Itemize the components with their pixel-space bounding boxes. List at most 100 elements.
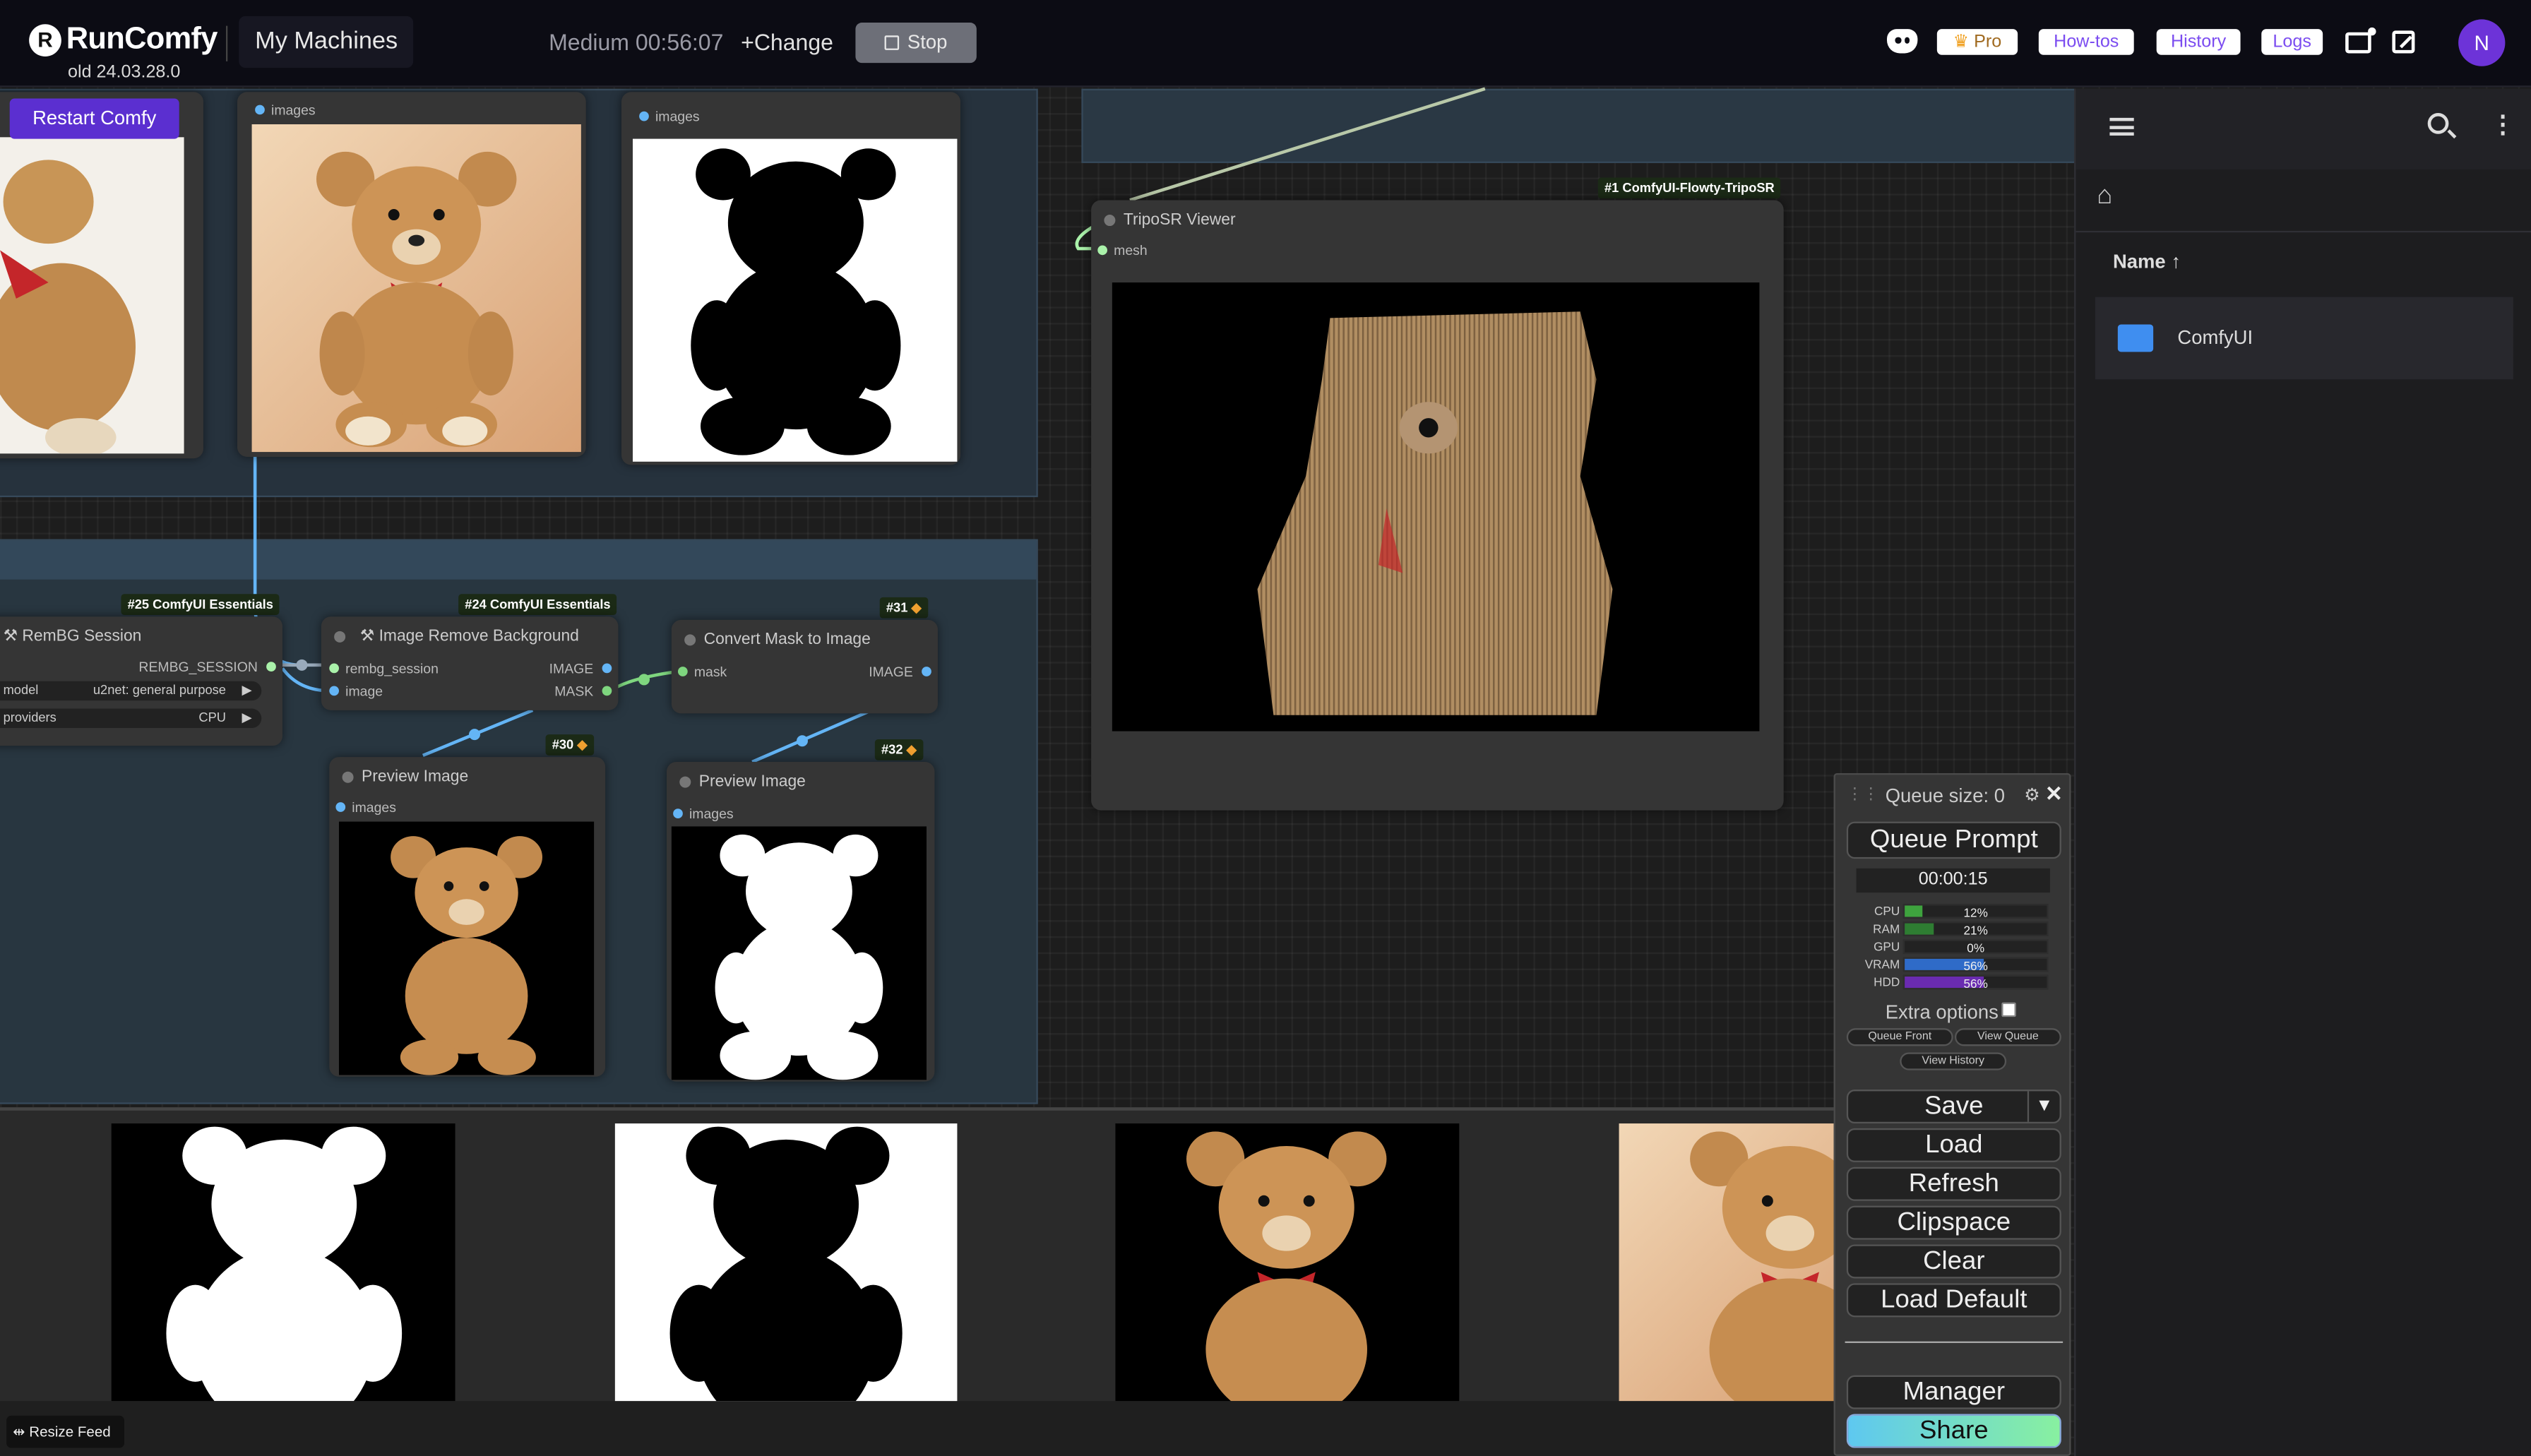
port-images[interactable]: images: [689, 806, 734, 822]
avatar[interactable]: N: [2458, 19, 2506, 66]
external-link-icon[interactable]: [2392, 30, 2415, 54]
port-mask-out[interactable]: MASK: [554, 683, 593, 699]
node-title: Preview Image: [698, 772, 806, 792]
arrow-right-icon[interactable]: ▶: [242, 681, 251, 700]
logs-button[interactable]: Logs: [2261, 29, 2323, 55]
restart-comfy-button[interactable]: Restart Comfy: [9, 98, 179, 139]
node-collapse-dot[interactable]: [679, 776, 691, 788]
3d-mesh-viewport[interactable]: [1112, 282, 1760, 732]
howtos-button[interactable]: How-tos: [2038, 29, 2134, 55]
node-preview-image-source[interactable]: images: [237, 92, 586, 457]
resize-icon: ⇹: [13, 1424, 30, 1440]
node-collapse-dot[interactable]: [334, 631, 346, 643]
load-button[interactable]: Load: [1846, 1128, 2061, 1162]
stat-bar: 12%: [1902, 904, 2049, 920]
divider: [1845, 1341, 2063, 1343]
view-history-button[interactable]: View History: [1900, 1052, 2007, 1070]
gear-icon[interactable]: ⚙: [2024, 784, 2040, 805]
port-image-out[interactable]: IMAGE: [869, 664, 913, 680]
my-machines-button[interactable]: My Machines: [239, 16, 414, 68]
folder-icon[interactable]: [2345, 27, 2376, 54]
mask-image-white: [671, 826, 927, 1080]
widget-providers[interactable]: providers CPU ▶: [0, 708, 262, 728]
node-preview-image-32[interactable]: Preview Image images: [666, 761, 935, 1082]
manager-button[interactable]: Manager: [1846, 1375, 2061, 1409]
more-vertical-icon[interactable]: ⋮: [2491, 109, 2515, 139]
queue-panel[interactable]: ⋮⋮ Queue size: 0 ⚙ ✕ Queue Prompt 00:00:…: [1833, 772, 2071, 1456]
search-icon[interactable]: [2427, 113, 2457, 139]
file-browser-panel[interactable]: ⋮ ⌂ Name ↑ ComfyUI: [2074, 88, 2531, 1456]
save-button[interactable]: Save ▼: [1846, 1090, 2061, 1124]
port-rembg-session[interactable]: REMBG_SESSION: [138, 659, 257, 675]
drag-handle-icon[interactable]: ⋮⋮: [1847, 786, 1879, 804]
share-button[interactable]: Share: [1846, 1414, 2061, 1448]
extra-options-checkbox[interactable]: [2001, 1002, 2016, 1018]
node-badge: #31 ◆: [879, 597, 928, 619]
pro-button[interactable]: ♛ Pro: [1936, 29, 2018, 55]
home-icon[interactable]: ⌂: [2097, 182, 2112, 211]
file-name: ComfyUI: [2177, 326, 2253, 349]
clipspace-button[interactable]: Clipspace: [1846, 1205, 2061, 1240]
queue-front-button[interactable]: Queue Front: [1846, 1028, 1953, 1046]
node-convert-mask-to-image[interactable]: Convert Mask to Image mask IMAGE: [671, 619, 938, 714]
port-images[interactable]: images: [655, 108, 700, 124]
node-collapse-dot[interactable]: [684, 634, 696, 646]
stat-bar: 0%: [1902, 939, 2049, 956]
image-feed[interactable]: ⇹ Resize Feed: [0, 1107, 1834, 1456]
port-image-out[interactable]: IMAGE: [549, 660, 594, 676]
discord-icon[interactable]: [1886, 29, 1918, 54]
resize-feed-button[interactable]: ⇹ Resize Feed: [6, 1415, 124, 1448]
feed-image-mask-black[interactable]: [614, 1123, 958, 1402]
feed-image-mask-white[interactable]: [111, 1123, 455, 1402]
node-preview-image-30[interactable]: Preview Image images: [329, 757, 606, 1077]
menu-icon[interactable]: [2109, 117, 2134, 136]
port-images[interactable]: images: [352, 799, 396, 816]
feed-image-bear-black[interactable]: [1115, 1123, 1460, 1402]
queue-prompt-button[interactable]: Queue Prompt: [1846, 821, 2061, 859]
port-image[interactable]: image: [345, 683, 383, 699]
load-default-button[interactable]: Load Default: [1846, 1283, 2061, 1318]
node-rembg-session[interactable]: ⚒ RemBG Session REMBG_SESSION model u2net…: [0, 616, 282, 746]
node-preview-mask-top[interactable]: images: [621, 92, 960, 465]
node-badge: #30 ◆: [545, 734, 594, 756]
node-preview-left-cut[interactable]: [0, 92, 203, 459]
history-button[interactable]: History: [2156, 29, 2241, 55]
widget-model[interactable]: model u2net: general purpose ▶: [0, 681, 262, 701]
preview-image-bear-black-bg: [338, 821, 595, 1075]
stat-label: GPU: [1874, 939, 1900, 955]
stat-label: RAM: [1873, 921, 1900, 936]
port-images[interactable]: images: [271, 102, 316, 118]
node-badge: #24 ComfyUI Essentials: [458, 594, 617, 615]
view-queue-button[interactable]: View Queue: [1954, 1028, 2061, 1046]
close-icon[interactable]: ✕: [2045, 781, 2063, 807]
refresh-button[interactable]: Refresh: [1846, 1166, 2061, 1201]
change-machine-button[interactable]: +Change: [741, 29, 833, 55]
node-title: ⚒ RemBG Session: [3, 628, 142, 646]
column-header-name[interactable]: Name ↑: [2113, 250, 2181, 273]
node-collapse-dot[interactable]: [342, 771, 354, 783]
stat-label: VRAM: [1864, 957, 1900, 972]
file-row[interactable]: ComfyUI: [2095, 297, 2513, 380]
feed-image-bear-beige[interactable]: [1619, 1123, 1834, 1402]
brand-name[interactable]: RunComfy: [66, 23, 218, 58]
node-badge: #1 ComfyUI-Flowty-TripoSR: [1597, 177, 1781, 199]
preview-image-bear: [251, 124, 581, 453]
sort-up-icon[interactable]: ↑: [2171, 250, 2181, 273]
stat-row-vram: VRAM 56%: [1861, 957, 2054, 974]
port-mesh[interactable]: mesh: [1114, 242, 1148, 258]
node-triposr-viewer[interactable]: TripoSR Viewer mesh: [1091, 200, 1784, 811]
save-dropdown-icon[interactable]: ▼: [2027, 1091, 2060, 1122]
stat-value: 0%: [1967, 941, 1985, 956]
stop-button[interactable]: Stop: [855, 23, 977, 64]
version-label: old 24.03.28.0: [67, 63, 181, 83]
node-image-remove-background[interactable]: ⚒ Image Remove Background rembg_session …: [321, 616, 619, 710]
port-mask[interactable]: mask: [694, 664, 727, 680]
stat-row-gpu: GPU 0%: [1861, 939, 2054, 955]
extra-options-label: Extra options: [1885, 1001, 1999, 1024]
port-rembg-session[interactable]: rembg_session: [345, 660, 439, 676]
clear-button[interactable]: Clear: [1846, 1244, 2061, 1279]
node-collapse-dot[interactable]: [1104, 215, 1116, 227]
arrow-right-icon[interactable]: ▶: [242, 709, 251, 728]
queue-timer: 00:00:15: [1856, 868, 2050, 893]
stat-value: 56%: [1963, 958, 1988, 974]
